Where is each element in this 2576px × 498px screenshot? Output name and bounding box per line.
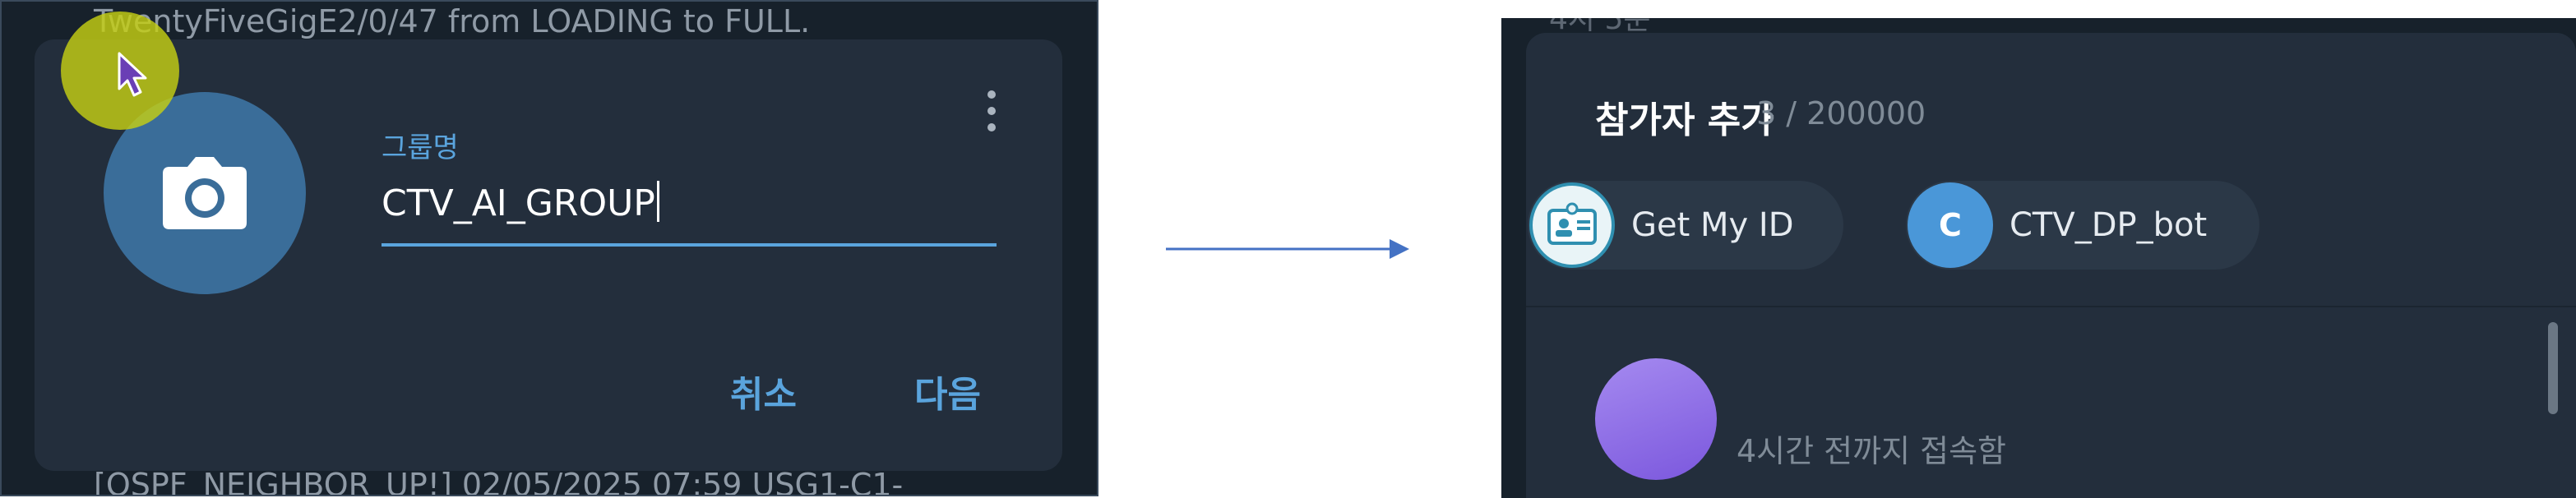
id-card-icon <box>1529 182 1615 268</box>
chip-label: Get My ID <box>1631 206 1794 244</box>
create-group-dialog: 그룹명 CTV_AI_GROUP 취소 다음 <box>35 39 1062 471</box>
group-name-value: CTV_AI_GROUP <box>382 182 655 224</box>
participant-count: 3 / 200000 <box>1756 95 1926 131</box>
next-button[interactable]: 다음 <box>914 365 981 417</box>
avatar-initial: C <box>1908 182 1993 268</box>
background-log-text-bottom: [OSPF_NEIGHBOR_UP!] 02/05/2025 07:59 USG… <box>94 467 904 496</box>
add-participants-panel: 참가자 추가 3 / 200000 Get My ID C CTV_DP_bot <box>1526 33 2576 498</box>
scrollbar[interactable] <box>2548 322 2558 414</box>
chip-label: CTV_DP_bot <box>2009 206 2208 244</box>
text-caret <box>656 181 659 222</box>
camera-icon <box>163 157 247 229</box>
member-avatar[interactable] <box>1595 358 1717 480</box>
member-last-seen: 4시간 전까지 접속함 <box>1737 433 2007 469</box>
group-name-input[interactable]: CTV_AI_GROUP <box>382 181 997 247</box>
cancel-button[interactable]: 취소 <box>730 365 797 417</box>
kebab-menu-icon[interactable] <box>982 90 1001 143</box>
left-screenshot: TwentyFiveGigE2/0/47 from LOADING to FUL… <box>0 0 1098 496</box>
flow-arrow <box>1166 239 1409 259</box>
cursor-icon <box>118 52 147 97</box>
background-log-text-top: TwentyFiveGigE2/0/47 from LOADING to FUL… <box>94 3 811 39</box>
divider <box>1526 306 2576 307</box>
participant-chip-ctv-dp-bot[interactable]: C CTV_DP_bot <box>1906 181 2259 270</box>
participant-chip-get-my-id[interactable]: Get My ID <box>1528 181 1843 270</box>
right-screenshot: 4시 5분 참가자 추가 3 / 200000 Get My ID C CTV_… <box>1501 18 2576 498</box>
group-name-label: 그룹명 <box>382 131 459 164</box>
panel-title: 참가자 추가 <box>1595 99 1774 141</box>
